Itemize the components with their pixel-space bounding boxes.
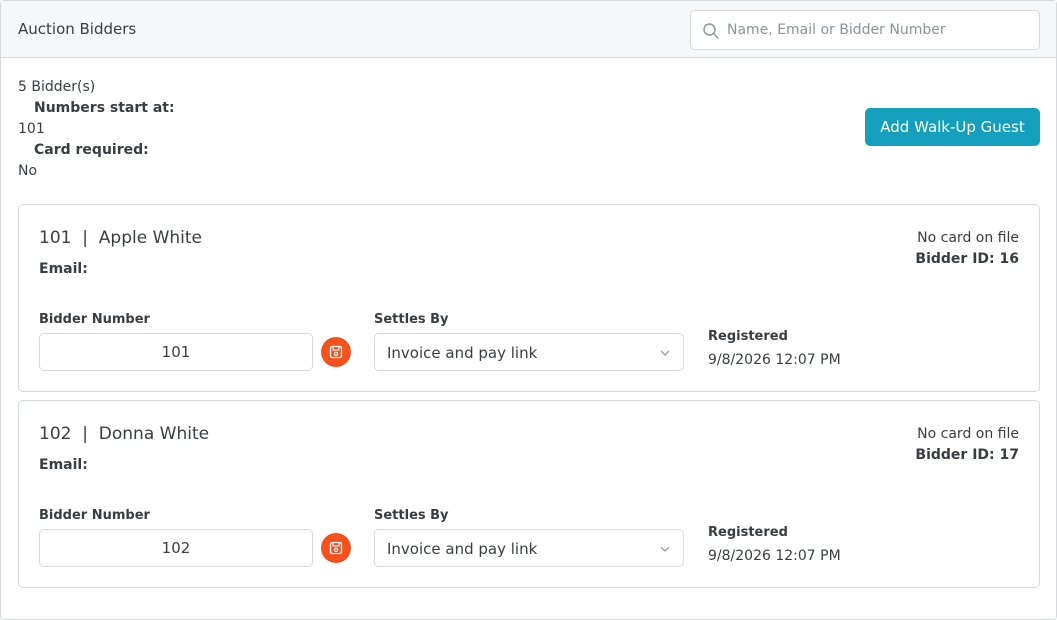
bidder-title: 101 | Apple White [39,228,203,248]
search-icon [703,23,719,39]
card-required-label: Card required: [34,142,149,158]
chevron-down-icon [660,546,670,552]
card-on-file-status: No card on file [917,230,1019,246]
settles-by-value: Invoice and pay link [387,344,538,362]
numbers-start-label: Numbers start at: [34,100,175,116]
chevron-down-icon [660,350,670,356]
settles-by-value: Invoice and pay link [387,540,538,558]
page-title: Auction Bidders [18,20,137,38]
bidders-panel: Auction Bidders 5 Bidder(s) Numbers star… [0,0,1057,620]
panel-header: Auction Bidders [1,1,1056,58]
save-bidder-number-button[interactable] [321,337,351,367]
bidder-id: Bidder ID: 17 [915,447,1019,463]
email-label: Email: [39,261,88,277]
bidder-number-input[interactable] [39,333,313,371]
registered-label: Registered [708,525,788,540]
settles-by-select[interactable]: Invoice and pay link [374,529,684,567]
settles-by-label: Settles By [374,508,449,523]
registered-date: 9/8/2026 12:07 PM [708,548,841,564]
bidder-count: 5 Bidder(s) [18,79,96,95]
registered-date: 9/8/2026 12:07 PM [708,352,841,368]
card-status: No card on file Bidder ID: 17 [915,424,1019,466]
bidder-number-input[interactable] [39,529,313,567]
bidder-card: 101 | Apple White Email: No card on file… [18,204,1040,392]
card-status: No card on file Bidder ID: 16 [915,228,1019,270]
bidder-card: 102 | Donna White Email: No card on file… [18,400,1040,588]
card-required-value: No [18,163,38,179]
save-icon [329,541,343,555]
settles-by-select[interactable]: Invoice and pay link [374,333,684,371]
numbers-start-value: 101 [18,121,45,137]
bidder-number-label: Bidder Number [39,312,150,327]
add-walk-up-guest-button[interactable]: Add Walk-Up Guest [865,108,1040,146]
registered-label: Registered [708,329,788,344]
save-icon [329,345,343,359]
email-label: Email: [39,457,88,473]
save-bidder-number-button[interactable] [321,533,351,563]
bidder-title: 102 | Donna White [39,424,210,444]
settles-by-label: Settles By [374,312,449,327]
card-on-file-status: No card on file [917,426,1019,442]
auction-summary: 5 Bidder(s) Numbers start at: 101 Card r… [18,77,175,182]
search-box[interactable] [690,10,1040,50]
search-input[interactable] [727,11,1032,49]
bidder-id: Bidder ID: 16 [915,251,1019,267]
bidder-number-label: Bidder Number [39,508,150,523]
